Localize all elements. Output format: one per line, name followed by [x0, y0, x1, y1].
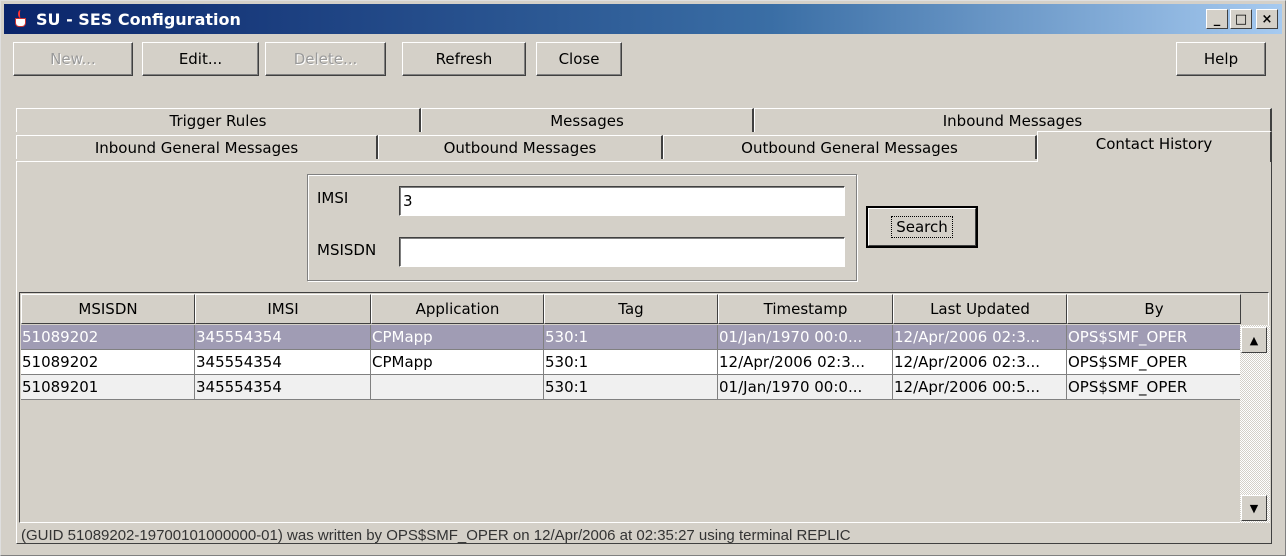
cell-tag: 530:1 — [544, 375, 718, 400]
tab-messages[interactable]: Messages — [421, 108, 754, 132]
tab-outbound-general-messages[interactable]: Outbound General Messages — [663, 135, 1037, 159]
column-header-timestamp[interactable]: Timestamp — [718, 294, 893, 324]
new-button[interactable]: New... — [13, 42, 133, 76]
tab-outbound-messages[interactable]: Outbound Messages — [378, 135, 663, 159]
close-button[interactable]: Close — [536, 42, 622, 76]
table-row[interactable]: 51089202 345554354 CPMapp 530:1 12/Apr/2… — [21, 350, 1241, 375]
column-header-imsi[interactable]: IMSI — [195, 294, 371, 324]
title-bar[interactable]: SU - SES Configuration _ □ × — [4, 4, 1282, 34]
tab-inbound-general-messages[interactable]: Inbound General Messages — [16, 135, 378, 159]
cell-by: OPS$SMF_OPER — [1067, 325, 1241, 350]
table-row[interactable]: 51089201 345554354 530:1 01/Jan/1970 00:… — [21, 375, 1241, 400]
main-window: SU - SES Configuration _ □ × New... Edit… — [0, 0, 1286, 556]
imsi-label: IMSI — [317, 189, 349, 207]
cell-timestamp: 01/Jan/1970 00:0... — [718, 375, 893, 400]
delete-button[interactable]: Delete... — [265, 42, 386, 76]
scroll-down-arrow-icon[interactable]: ▼ — [1241, 495, 1267, 521]
cell-imsi: 345554354 — [195, 375, 371, 400]
minimize-button[interactable]: _ — [1206, 9, 1228, 29]
cell-msisdn: 51089202 — [21, 325, 195, 350]
cell-application: CPMapp — [371, 350, 544, 375]
cell-imsi: 345554354 — [195, 325, 371, 350]
cell-by: OPS$SMF_OPER — [1067, 375, 1241, 400]
column-header-application[interactable]: Application — [371, 294, 544, 324]
search-button-label: Search — [891, 216, 953, 238]
column-header-by[interactable]: By — [1067, 294, 1241, 324]
table-header: MSISDN IMSI Application Tag Timestamp La… — [21, 294, 1241, 324]
cell-timestamp: 01/Jan/1970 00:0... — [718, 325, 893, 350]
table-row[interactable]: 51089202 345554354 CPMapp 530:1 01/Jan/1… — [21, 325, 1241, 350]
search-button[interactable]: Search — [866, 206, 978, 248]
cell-by: OPS$SMF_OPER — [1067, 350, 1241, 375]
table-body: 51089202 345554354 CPMapp 530:1 01/Jan/1… — [21, 325, 1241, 400]
column-header-msisdn[interactable]: MSISDN — [21, 294, 195, 324]
cell-timestamp: 12/Apr/2006 02:3... — [718, 350, 893, 375]
tab-inbound-messages[interactable]: Inbound Messages — [754, 108, 1272, 132]
cell-tag: 530:1 — [544, 325, 718, 350]
status-bar-text: (GUID 51089202-19700101000000-01) was wr… — [21, 527, 851, 544]
cell-application — [371, 375, 544, 400]
edit-button[interactable]: Edit... — [142, 42, 259, 76]
msisdn-label: MSISDN — [317, 241, 377, 259]
cell-tag: 530:1 — [544, 350, 718, 375]
help-button[interactable]: Help — [1176, 42, 1266, 76]
window-title: SU - SES Configuration — [36, 9, 241, 29]
refresh-button[interactable]: Refresh — [402, 42, 526, 76]
maximize-button[interactable]: □ — [1230, 9, 1252, 29]
cell-last-updated: 12/Apr/2006 02:3... — [893, 350, 1067, 375]
cell-imsi: 345554354 — [195, 350, 371, 375]
cell-last-updated: 12/Apr/2006 02:3... — [893, 325, 1067, 350]
cell-application: CPMapp — [371, 325, 544, 350]
vertical-scrollbar[interactable]: ▲ ▼ — [1240, 325, 1270, 523]
cell-msisdn: 51089202 — [21, 350, 195, 375]
column-header-tag[interactable]: Tag — [544, 294, 718, 324]
cell-msisdn: 51089201 — [21, 375, 195, 400]
imsi-input[interactable]: 3 — [399, 186, 845, 216]
contact-history-table: MSISDN IMSI Application Tag Timestamp La… — [19, 292, 1270, 523]
msisdn-input[interactable] — [399, 237, 845, 267]
java-coffee-icon — [12, 10, 30, 28]
column-header-last-updated[interactable]: Last Updated — [893, 294, 1067, 324]
tab-trigger-rules[interactable]: Trigger Rules — [16, 108, 421, 132]
close-window-button[interactable]: × — [1256, 9, 1278, 29]
tab-contact-history[interactable]: Contact History — [1037, 131, 1272, 162]
scroll-up-arrow-icon[interactable]: ▲ — [1241, 327, 1267, 353]
cell-last-updated: 12/Apr/2006 00:5... — [893, 375, 1067, 400]
